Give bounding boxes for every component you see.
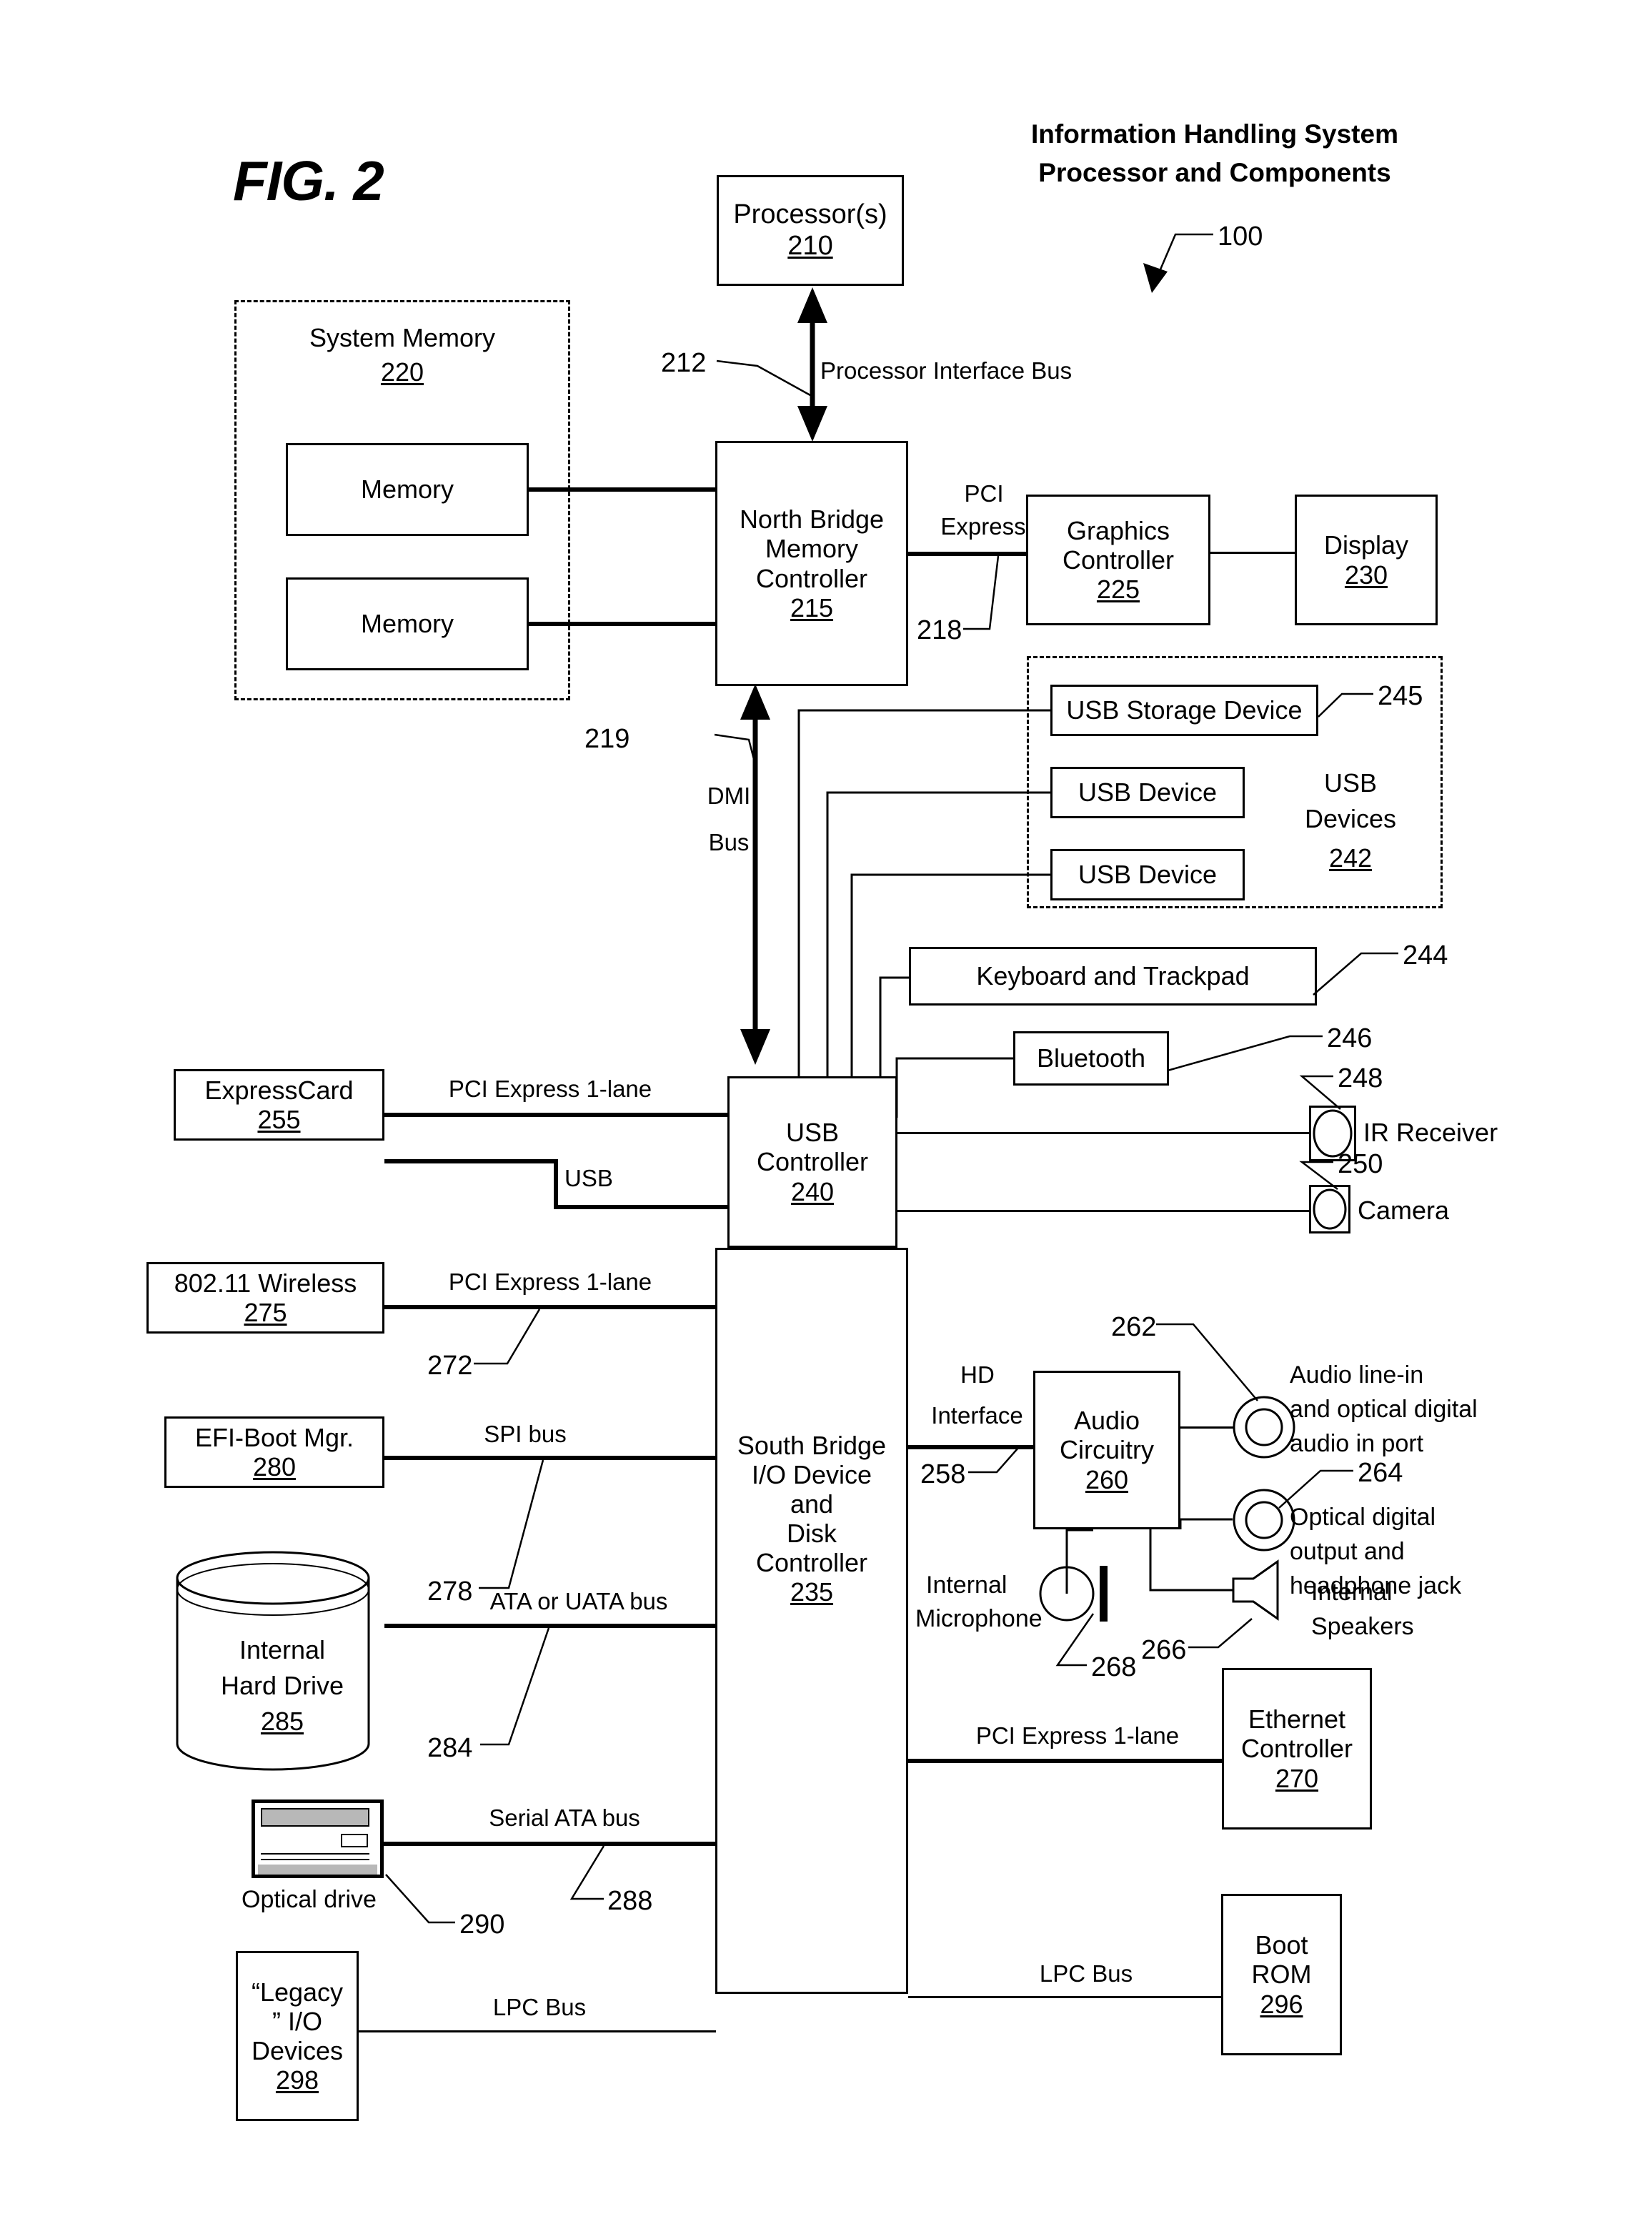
boot-rom-line1: Boot [1255,1930,1308,1960]
boot-rom-line2: ROM [1251,1960,1312,1990]
bus-label-lpc-right: LPC Bus [1039,1960,1133,1987]
ethernet-controller-block[interactable]: Ethernet Controller 270 [1222,1668,1372,1830]
leader-266 [1188,1618,1253,1649]
ethernet-ref: 270 [1275,1763,1319,1793]
boot-rom-ref: 296 [1260,1989,1303,2019]
boot-rom-block[interactable]: Boot ROM 296 [1221,1894,1342,2055]
pcie-ethernet-line [908,1759,1224,1763]
lpc-bus-right-line [908,1996,1221,1998]
bus-label-pcie-ethernet: PCI Express 1-lane [975,1722,1180,1749]
patent-figure-canvas: FIG. 2 Information Handling System Proce… [0,0,1652,2224]
ethernet-line1: Ethernet [1248,1704,1346,1734]
ethernet-line2: Controller [1240,1734,1353,1764]
